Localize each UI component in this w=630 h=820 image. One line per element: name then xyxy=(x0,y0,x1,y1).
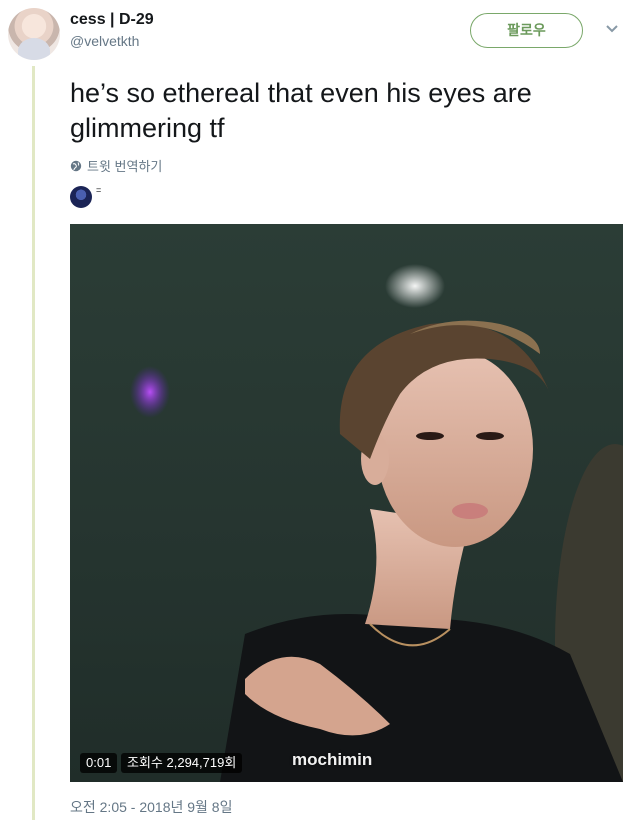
video-frame xyxy=(130,264,623,782)
video-time-badge: 0:01 xyxy=(80,753,118,773)
translate-tweet-link[interactable]: 트윗 번역하기 xyxy=(70,156,162,175)
translate-label[interactable]: 트윗 번역하기 xyxy=(87,156,162,175)
chevron-down-icon[interactable] xyxy=(605,24,619,34)
author-handle[interactable]: @velvetkth xyxy=(70,33,154,49)
author-info[interactable]: cess | D-29 @velvetkth xyxy=(70,11,154,49)
tweet-timestamp[interactable]: 오전 2:05 - 2018년 9월 8일 xyxy=(70,797,232,817)
follow-button[interactable]: 팔로우 xyxy=(470,13,583,48)
author-display-name[interactable]: cess | D-29 xyxy=(70,11,154,29)
tweet-text: he’s so ethereal that even his eyes are … xyxy=(70,78,532,143)
video-player[interactable]: 0:01 조회수 2,294,719회 mochimin xyxy=(70,224,623,782)
author-avatar[interactable] xyxy=(8,8,60,60)
embedded-avatar[interactable] xyxy=(70,186,92,208)
thread-line xyxy=(32,66,35,820)
embedded-caption-mark: = xyxy=(96,185,102,195)
video-views-badge: 조회수 2,294,719회 xyxy=(121,753,243,773)
globe-icon xyxy=(70,160,82,171)
video-watermark: mochimin xyxy=(292,750,373,769)
